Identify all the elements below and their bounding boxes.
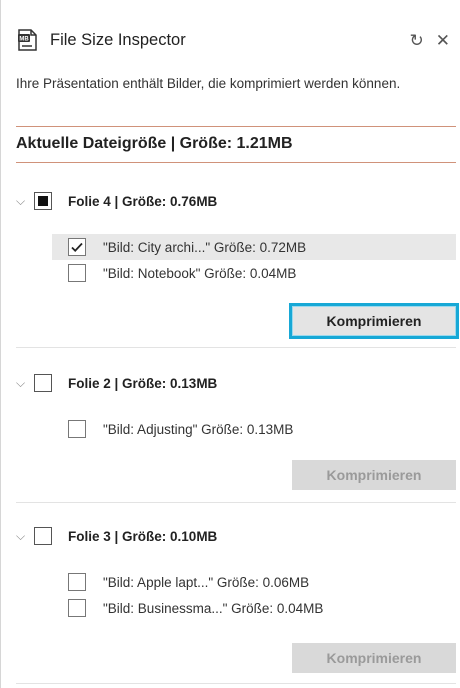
image-item[interactable]: "Bild: City archi..." Größe: 0.72MB — [52, 234, 456, 260]
chevron-down-icon[interactable]: ⌵ — [16, 376, 30, 391]
image-label: "Bild: City archi..." Größe: 0.72MB — [103, 239, 307, 255]
slide-divider — [16, 502, 456, 503]
slide-header: ⌵ Folie 3 | Größe: 0.10MB — [16, 525, 217, 547]
checkmark-icon — [71, 242, 83, 252]
slide-checkbox[interactable] — [34, 192, 52, 210]
slide-header: ⌵ Folie 2 | Größe: 0.13MB — [16, 372, 217, 394]
panel-left-border — [0, 0, 1, 688]
description-text: Ihre Präsentation enthält Bilder, die ko… — [16, 76, 401, 91]
refresh-icon[interactable]: ↻ — [410, 32, 424, 49]
chevron-down-icon[interactable]: ⌵ — [16, 529, 30, 544]
file-size-inspector-logo-icon: MB — [18, 29, 37, 51]
slide-title: Folie 3 | Größe: 0.10MB — [68, 528, 218, 544]
slide-title: Folie 4 | Größe: 0.76MB — [68, 193, 218, 209]
slide-title: Folie 2 | Größe: 0.13MB — [68, 375, 218, 391]
image-checkbox[interactable] — [68, 573, 86, 591]
close-icon[interactable]: ✕ — [436, 32, 450, 49]
image-item[interactable]: "Bild: Adjusting" Größe: 0.13MB — [52, 416, 456, 442]
image-item[interactable]: "Bild: Apple lapt..." Größe: 0.06MB — [52, 569, 456, 595]
image-checkbox[interactable] — [68, 599, 86, 617]
slide-checkbox[interactable] — [34, 374, 52, 392]
image-checkbox[interactable] — [68, 238, 86, 256]
image-checkbox[interactable] — [68, 420, 86, 438]
image-item[interactable]: "Bild: Businessma..." Größe: 0.04MB — [52, 595, 456, 621]
image-checkbox[interactable] — [68, 264, 86, 282]
image-item[interactable]: "Bild: Notebook" Größe: 0.04MB — [52, 260, 456, 286]
svg-text:MB: MB — [19, 37, 29, 43]
chevron-down-icon[interactable]: ⌵ — [16, 194, 30, 209]
image-label: "Bild: Adjusting" Größe: 0.13MB — [103, 421, 294, 437]
slide-checkbox[interactable] — [34, 527, 52, 545]
image-label: "Bild: Apple lapt..." Größe: 0.06MB — [103, 574, 310, 590]
slide-header: ⌵ Folie 4 | Größe: 0.76MB — [16, 190, 217, 212]
separator-top — [16, 126, 456, 127]
slide-divider — [16, 347, 456, 348]
separator-bottom — [16, 162, 456, 163]
total-file-size: Aktuelle Dateigröße | Größe: 1.21MB — [16, 135, 293, 152]
compress-button[interactable]: Komprimieren — [289, 303, 459, 339]
app-title: File Size Inspector — [50, 30, 186, 49]
image-label: "Bild: Notebook" Größe: 0.04MB — [103, 265, 297, 281]
panel-header: MB File Size Inspector ↻ ✕ — [16, 26, 450, 54]
compress-button[interactable]: Komprimieren — [292, 460, 456, 490]
slide-divider — [16, 683, 456, 684]
compress-button[interactable]: Komprimieren — [292, 643, 456, 673]
image-label: "Bild: Businessma..." Größe: 0.04MB — [103, 600, 324, 616]
